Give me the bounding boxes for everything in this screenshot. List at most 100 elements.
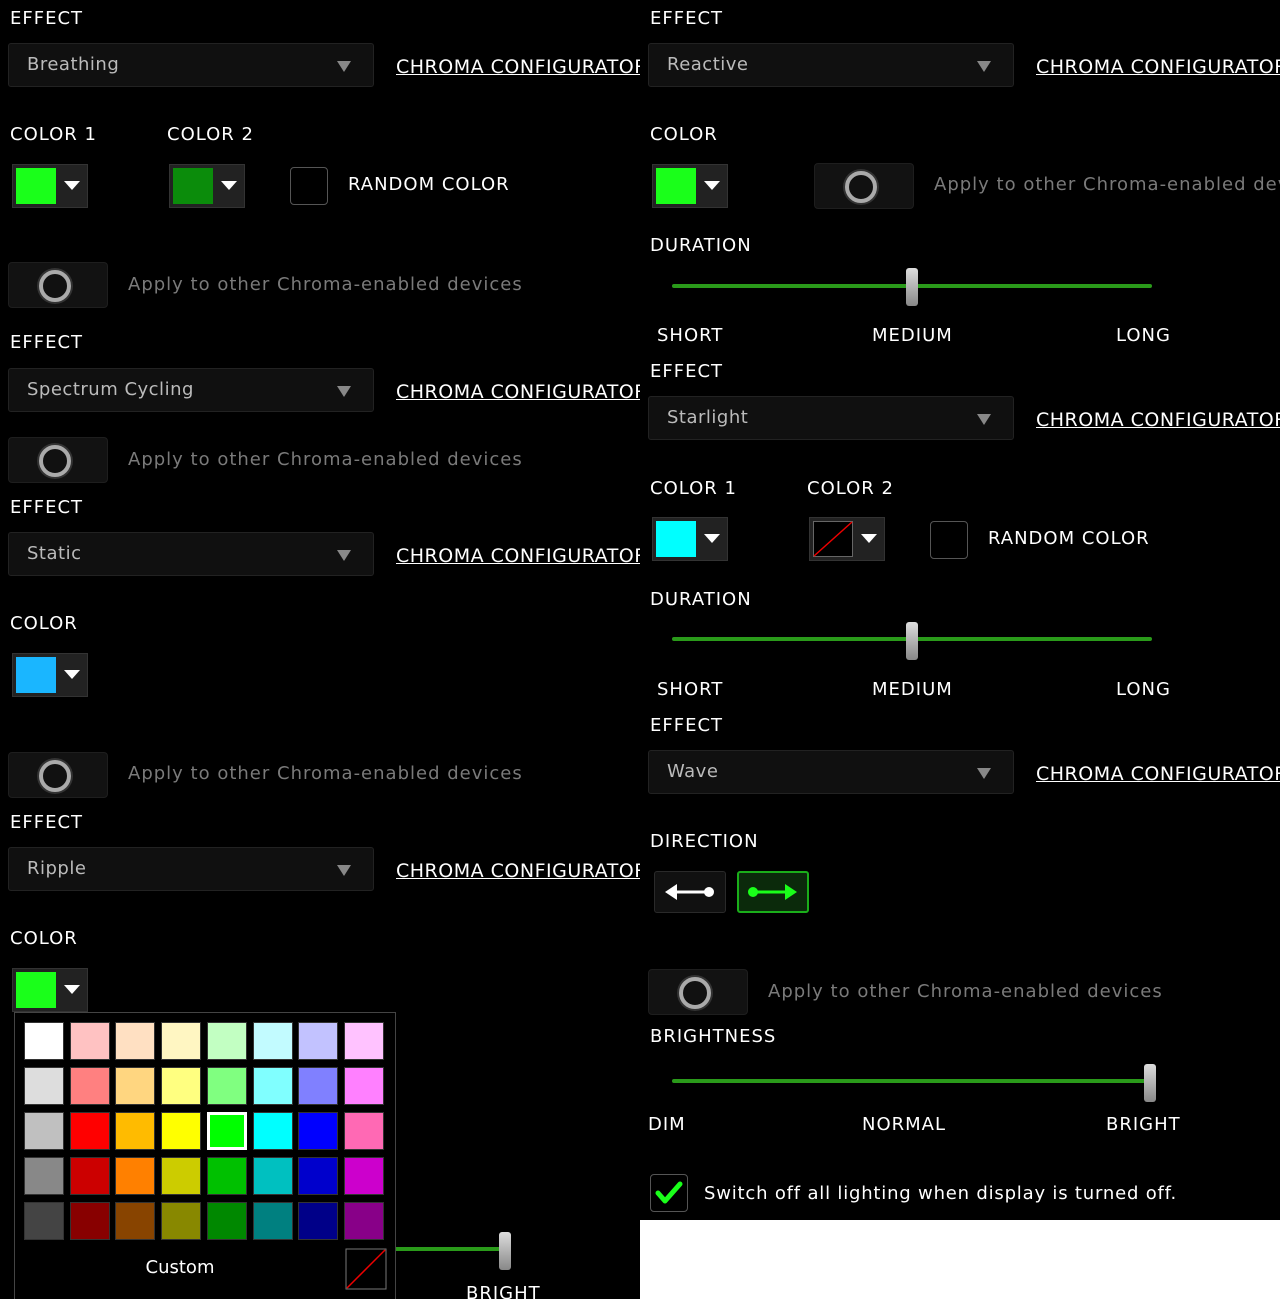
palette-color-swatch[interactable] — [24, 1022, 64, 1060]
duration-slider-thumb[interactable] — [906, 268, 918, 306]
palette-color-swatch[interactable] — [343, 1157, 384, 1195]
palette-color-swatch[interactable] — [298, 1067, 339, 1105]
chroma-configurator-link[interactable]: CHROMA CONFIGURATOR — [396, 860, 640, 882]
palette-color-swatch[interactable] — [24, 1067, 64, 1105]
palette-color-swatch[interactable] — [298, 1022, 339, 1060]
palette-color-swatch[interactable] — [206, 1067, 247, 1105]
brightness-slider-track[interactable] — [672, 1079, 1152, 1083]
palette-color-swatch[interactable] — [206, 1112, 247, 1150]
left-column: EFFECT Breathing CHROMA CONFIGURATOR COL… — [0, 0, 640, 1299]
duration-label: DURATION — [650, 235, 752, 256]
palette-color-swatch[interactable] — [252, 1022, 293, 1060]
color1-label: COLOR 1 — [650, 478, 737, 499]
dropdown-arrow-icon — [977, 768, 991, 779]
chevron-down-icon — [861, 534, 877, 543]
palette-color-swatch[interactable] — [343, 1112, 384, 1150]
palette-color-swatch[interactable] — [69, 1112, 110, 1150]
apply-all-toggle[interactable] — [8, 752, 108, 798]
apply-all-toggle[interactable] — [8, 437, 108, 483]
palette-color-swatch[interactable] — [69, 1202, 110, 1240]
chroma-configurator-link[interactable]: CHROMA CONFIGURATOR — [1036, 56, 1280, 78]
color-picker[interactable] — [12, 653, 88, 697]
palette-color-swatch[interactable] — [115, 1202, 156, 1240]
palette-color-swatch[interactable] — [252, 1157, 293, 1195]
toggle-knob-icon — [679, 977, 711, 1009]
palette-color-swatch[interactable] — [161, 1112, 202, 1150]
palette-color-swatch[interactable] — [252, 1112, 293, 1150]
palette-color-swatch[interactable] — [115, 1067, 156, 1105]
palette-color-swatch[interactable] — [69, 1022, 110, 1060]
effect-dropdown-reactive[interactable]: Reactive — [648, 43, 1014, 87]
palette-color-swatch[interactable] — [69, 1067, 110, 1105]
bright-label: BRIGHT — [466, 1283, 541, 1299]
palette-color-swatch[interactable] — [115, 1112, 156, 1150]
palette-color-swatch[interactable] — [161, 1022, 202, 1060]
palette-color-swatch[interactable] — [69, 1157, 110, 1195]
effect-dropdown-spectrum[interactable]: Spectrum Cycling — [8, 368, 374, 412]
random-color-checkbox[interactable] — [930, 521, 968, 559]
palette-color-swatch[interactable] — [343, 1067, 384, 1105]
palette-color-swatch[interactable] — [161, 1202, 202, 1240]
palette-color-swatch[interactable] — [343, 1202, 384, 1240]
palette-color-swatch[interactable] — [24, 1202, 64, 1240]
color1-picker[interactable] — [12, 164, 88, 208]
color1-label: COLOR 1 — [10, 124, 97, 145]
chevron-down-icon — [704, 534, 720, 543]
chroma-configurator-link[interactable]: CHROMA CONFIGURATOR — [1036, 763, 1280, 785]
direction-right-button[interactable] — [737, 871, 809, 913]
chroma-configurator-link[interactable]: CHROMA CONFIGURATOR — [396, 381, 640, 403]
palette-color-swatch[interactable] — [24, 1112, 64, 1150]
effect-label: EFFECT — [10, 812, 84, 833]
color1-picker[interactable] — [652, 517, 728, 561]
effect-dropdown-starlight[interactable]: Starlight — [648, 396, 1014, 440]
brightness-slider-track[interactable] — [390, 1247, 506, 1251]
switch-off-lighting-checkbox[interactable] — [650, 1174, 688, 1212]
custom-color-none-icon[interactable] — [345, 1248, 387, 1290]
brightness-slider-thumb[interactable] — [499, 1232, 511, 1270]
custom-color-label[interactable]: Custom — [15, 1257, 345, 1278]
chroma-configurator-link[interactable]: CHROMA CONFIGURATOR — [396, 56, 640, 78]
apply-all-toggle[interactable] — [814, 163, 914, 209]
palette-color-swatch[interactable] — [343, 1022, 384, 1060]
chroma-configurator-link[interactable]: CHROMA CONFIGURATOR — [396, 545, 640, 567]
palette-color-swatch[interactable] — [161, 1157, 202, 1195]
effect-dropdown-static[interactable]: Static — [8, 532, 374, 576]
brightness-slider-thumb[interactable] — [1144, 1064, 1156, 1102]
palette-color-swatch[interactable] — [115, 1022, 156, 1060]
apply-all-toggle[interactable] — [648, 969, 748, 1015]
effect-dropdown-wave[interactable]: Wave — [648, 750, 1014, 794]
palette-color-swatch[interactable] — [252, 1067, 293, 1105]
palette-color-swatch[interactable] — [206, 1157, 247, 1195]
apply-all-label: Apply to other Chroma-enabled devices — [128, 274, 523, 295]
toggle-knob-icon — [39, 270, 71, 302]
color-chip — [16, 168, 56, 204]
effect-dropdown-breathing[interactable]: Breathing — [8, 43, 374, 87]
palette-color-swatch[interactable] — [298, 1157, 339, 1195]
checkmark-icon — [655, 1181, 683, 1204]
color-palette-popup: Custom — [14, 1012, 396, 1299]
apply-all-toggle[interactable] — [8, 262, 108, 308]
random-color-checkbox[interactable] — [290, 167, 328, 205]
palette-color-swatch[interactable] — [206, 1022, 247, 1060]
color-chip — [656, 521, 696, 557]
effect-dropdown-ripple[interactable]: Ripple — [8, 847, 374, 891]
apply-all-label: Apply to other Chroma-enabled devices — [128, 763, 523, 784]
palette-color-swatch[interactable] — [161, 1067, 202, 1105]
empty-area — [640, 1220, 1280, 1299]
brightness-label: BRIGHTNESS — [650, 1026, 777, 1047]
palette-color-swatch[interactable] — [206, 1202, 247, 1240]
palette-color-swatch[interactable] — [252, 1202, 293, 1240]
color-picker[interactable] — [652, 164, 728, 208]
palette-color-swatch[interactable] — [115, 1157, 156, 1195]
medium-label: MEDIUM — [872, 679, 953, 700]
color2-picker[interactable] — [169, 164, 245, 208]
color-picker[interactable] — [12, 968, 88, 1012]
palette-color-swatch[interactable] — [298, 1112, 339, 1150]
palette-color-swatch[interactable] — [24, 1157, 64, 1195]
palette-color-swatch[interactable] — [298, 1202, 339, 1240]
color-chip — [16, 972, 56, 1008]
direction-left-button[interactable] — [654, 871, 726, 913]
duration-slider-thumb[interactable] — [906, 622, 918, 660]
chroma-configurator-link[interactable]: CHROMA CONFIGURATOR — [1036, 409, 1280, 431]
color2-picker[interactable] — [809, 517, 885, 561]
